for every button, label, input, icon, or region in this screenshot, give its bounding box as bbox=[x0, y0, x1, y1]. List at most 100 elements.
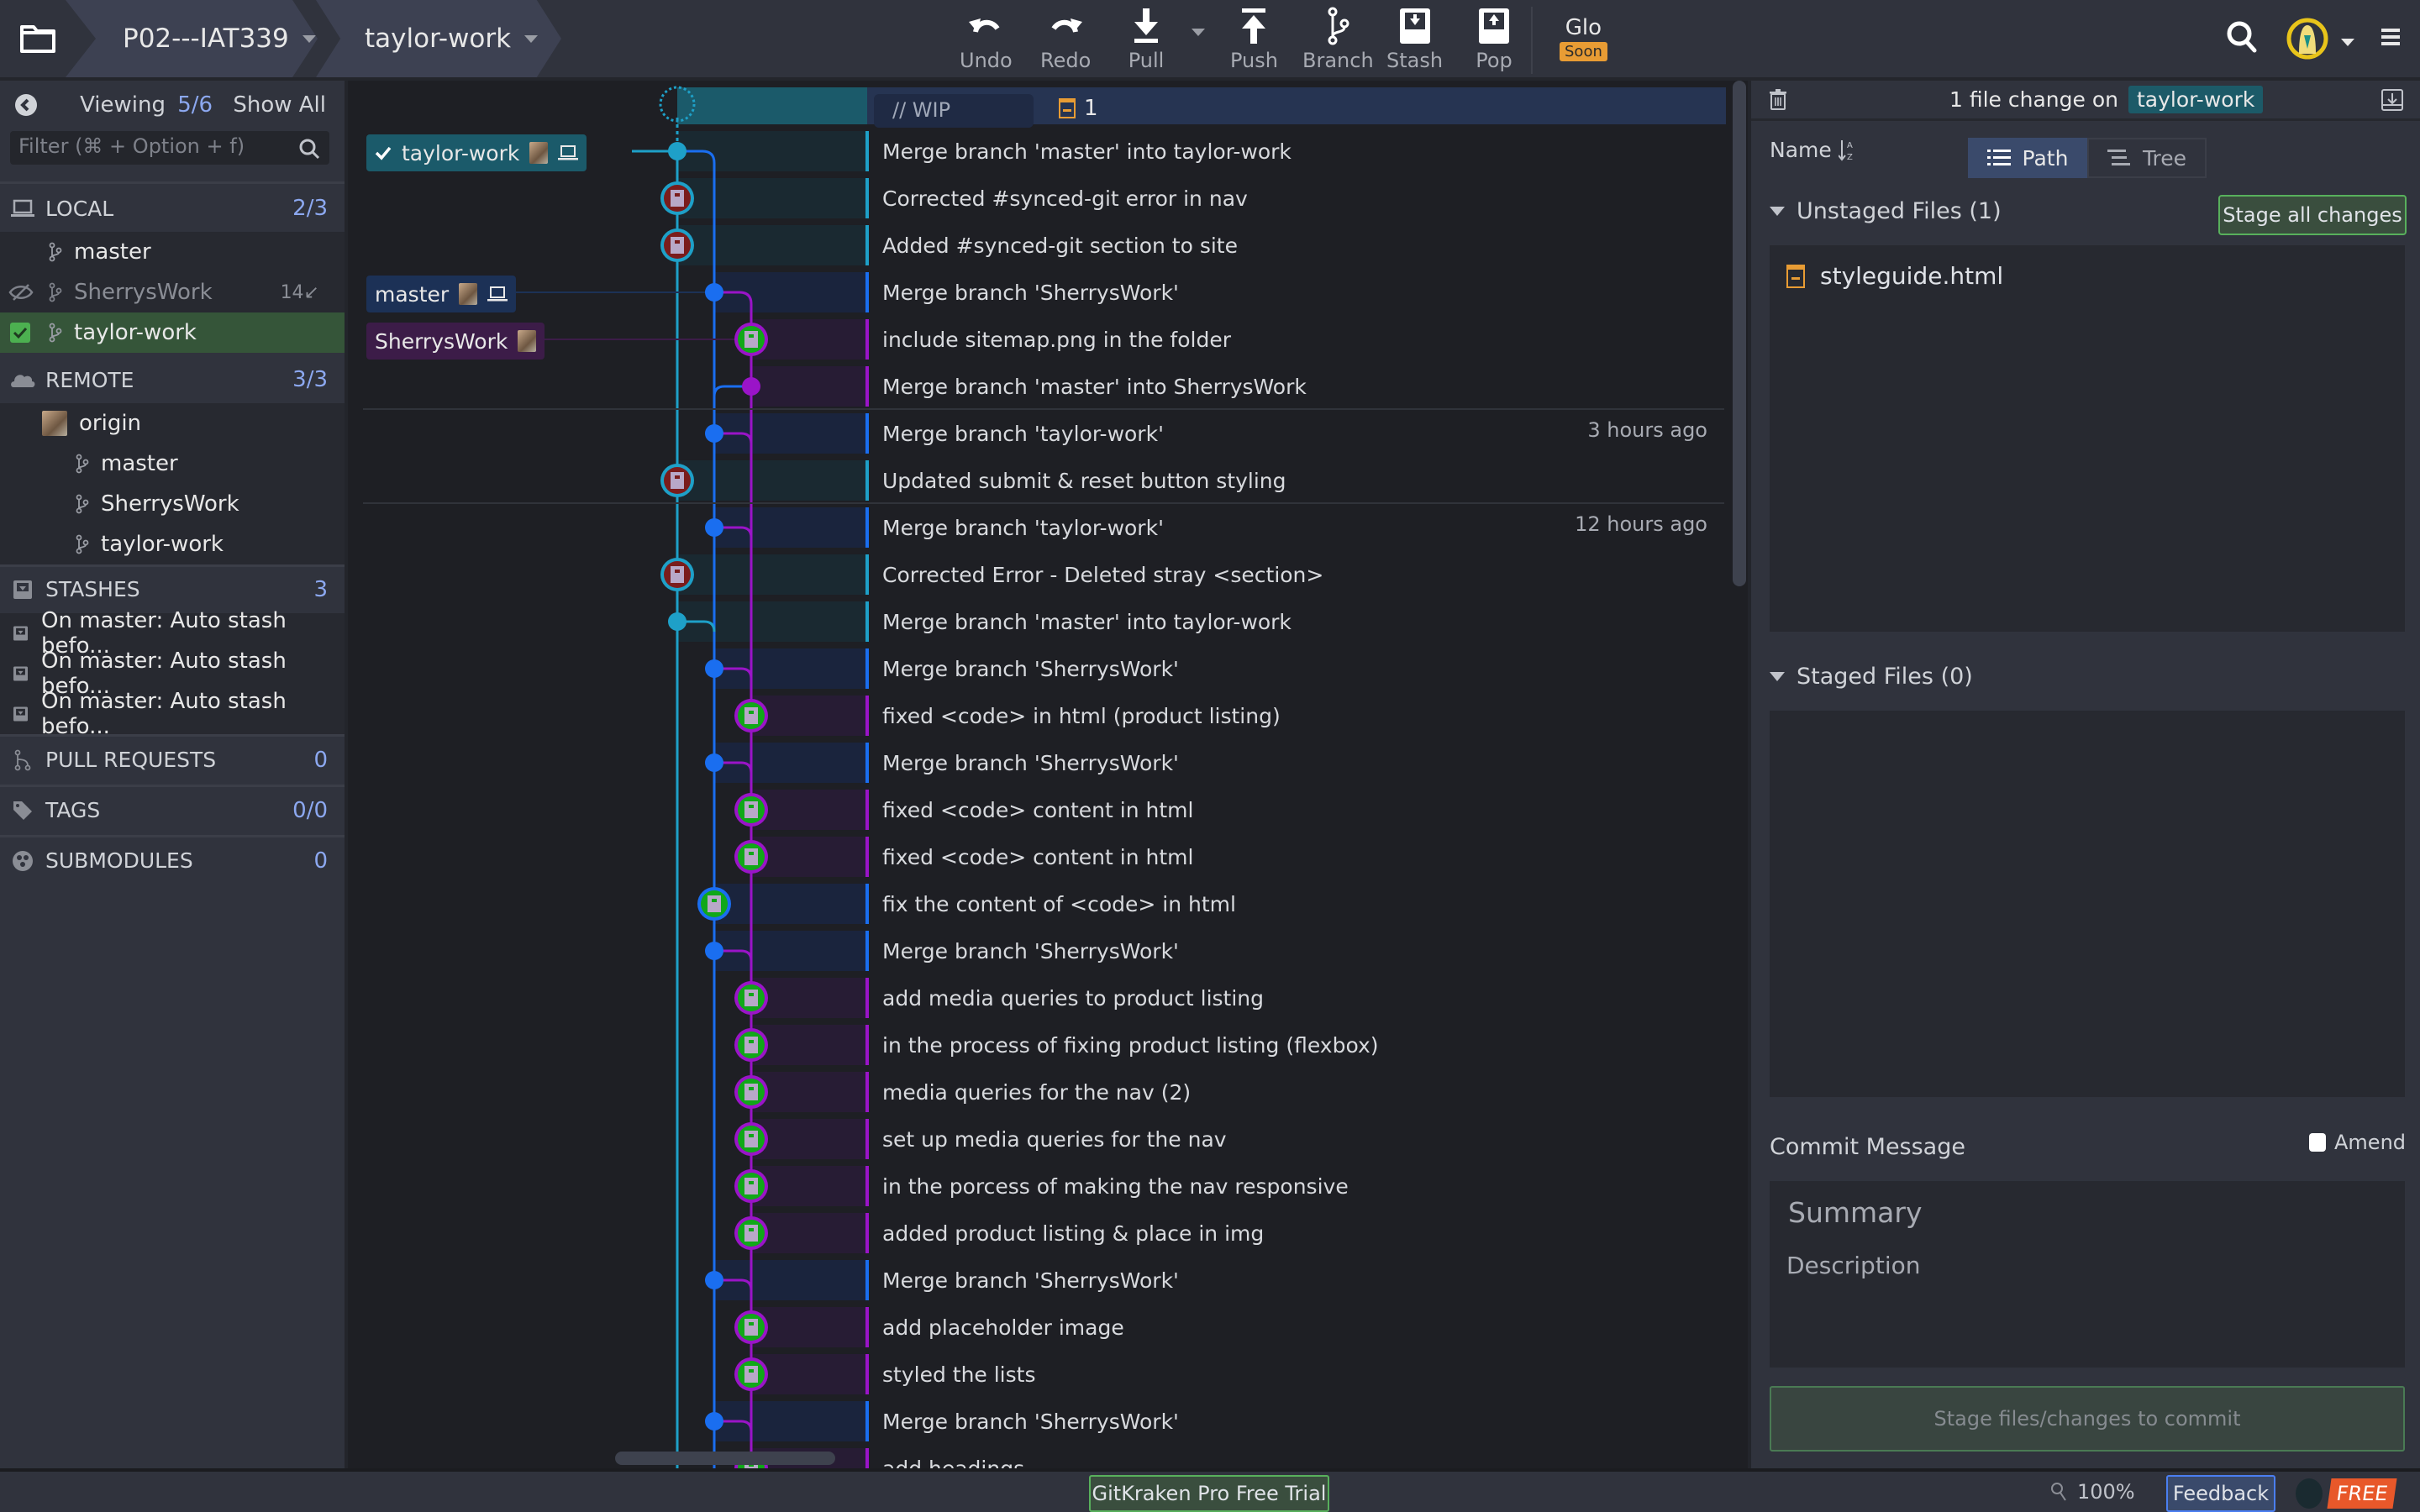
branch-selector[interactable]: taylor-work bbox=[316, 0, 561, 77]
branch-color-bar bbox=[865, 1166, 869, 1206]
stash-item[interactable]: On master: Auto stash befo... bbox=[0, 608, 345, 659]
commit-row[interactable]: Merge branch 'SherrysWork' bbox=[348, 269, 1726, 316]
section-stashes[interactable]: STASHES 3 bbox=[0, 564, 345, 612]
commit-row[interactable]: in the porcess of making the nav respons… bbox=[348, 1163, 1726, 1210]
profile-dropdown[interactable] bbox=[2341, 34, 2354, 50]
summary-input[interactable]: Summary bbox=[1788, 1196, 1922, 1229]
commit-row[interactable]: Updated submit & reset button styling bbox=[348, 457, 1726, 504]
horizontal-scrollbar[interactable] bbox=[615, 1452, 835, 1465]
tree-view-button[interactable]: Tree bbox=[2087, 138, 2207, 178]
collapse-sidebar-button[interactable] bbox=[15, 94, 37, 116]
sidebar-item-taylor-work[interactable]: taylor-work bbox=[0, 312, 345, 353]
commit-button-label: Stage files/changes to commit bbox=[1933, 1407, 2241, 1431]
commit-row[interactable]: Merge branch 'SherrysWork' bbox=[348, 927, 1726, 974]
trash-icon[interactable] bbox=[1770, 89, 1786, 111]
stash-item[interactable]: On master: Auto stash befo... bbox=[0, 689, 345, 739]
show-all-button[interactable]: Show All bbox=[233, 92, 326, 118]
commit-row[interactable]: add headings bbox=[348, 1445, 1726, 1468]
commit-row[interactable]: Merge branch 'SherrysWork' bbox=[348, 739, 1726, 786]
sidebar-item-master[interactable]: master bbox=[0, 232, 345, 272]
zoom-level[interactable]: 100% bbox=[2050, 1480, 2135, 1504]
viewing-label: Viewing bbox=[80, 92, 166, 118]
feedback-button[interactable]: Feedback bbox=[2166, 1475, 2275, 1512]
commit-row[interactable]: Merge branch 'SherrysWork' bbox=[348, 1398, 1726, 1445]
commit-row[interactable]: include sitemap.png in the folder bbox=[348, 316, 1726, 363]
undo-button[interactable]: Undo bbox=[960, 7, 1013, 74]
eye-hidden-icon[interactable] bbox=[8, 283, 34, 302]
repo-selector[interactable]: P02---IAT339 bbox=[66, 0, 318, 77]
commit-row[interactable]: styled the lists bbox=[348, 1351, 1726, 1398]
vertical-scrollbar[interactable] bbox=[1733, 81, 1746, 586]
section-submodules[interactable]: SUBMODULES 0 bbox=[0, 835, 345, 884]
unstaged-files-header[interactable]: Unstaged Files (1) bbox=[1770, 198, 2002, 224]
redo-button[interactable]: Redo bbox=[1040, 7, 1091, 74]
staged-files-header[interactable]: Staged Files (0) bbox=[1770, 664, 1973, 690]
description-input[interactable]: Description bbox=[1786, 1252, 1920, 1279]
sidebar-item-origin-taylor-work[interactable]: taylor-work bbox=[0, 524, 345, 564]
wip-row[interactable]: // WIP 1 bbox=[348, 87, 1726, 128]
checkbox-checked-icon[interactable] bbox=[10, 323, 30, 343]
branch-color-bar bbox=[865, 272, 869, 312]
plan-badge[interactable]: FREE bbox=[2327, 1478, 2397, 1509]
pull-button[interactable]: Pull bbox=[1126, 7, 1166, 74]
remote-origin[interactable]: origin bbox=[0, 403, 345, 444]
glo-button[interactable]: Glo Soon bbox=[1560, 15, 1607, 61]
profile-menu[interactable] bbox=[2286, 17, 2329, 64]
main-menu-button[interactable] bbox=[2381, 29, 2400, 50]
commit-row[interactable]: Merge branch 'master' into SherrysWork bbox=[348, 363, 1726, 410]
commit-message: Merge branch 'SherrysWork' bbox=[882, 750, 1179, 775]
sidebar-filter-input[interactable]: Filter (⌘ + Option + f) bbox=[10, 131, 329, 165]
commit-row[interactable]: Merge branch 'master' into taylor-work bbox=[348, 598, 1726, 645]
commit-row[interactable]: fixed <code> in html (product listing) bbox=[348, 692, 1726, 739]
search-button[interactable] bbox=[2225, 18, 2259, 59]
stash-changes-icon[interactable] bbox=[2381, 89, 2403, 111]
branch-button[interactable]: Branch bbox=[1302, 7, 1374, 74]
commit-message: added product listing & place in img bbox=[882, 1221, 1265, 1246]
zoom-value: 100% bbox=[2077, 1480, 2135, 1504]
commit-row[interactable]: fixed <code> content in html bbox=[348, 786, 1726, 833]
section-pull-requests[interactable]: PULL REQUESTS 0 bbox=[0, 734, 345, 783]
amend-checkbox[interactable]: Amend bbox=[2309, 1131, 2406, 1154]
push-button[interactable]: Push bbox=[1230, 7, 1278, 74]
stash-item[interactable]: On master: Auto stash befo... bbox=[0, 648, 345, 699]
section-local[interactable]: LOCAL 2/3 bbox=[0, 185, 345, 232]
sidebar-item-sherryswork[interactable]: SherrysWork 14↙ bbox=[0, 272, 345, 312]
pro-trial-button[interactable]: GitKraken Pro Free Trial bbox=[1089, 1475, 1329, 1512]
commit-row[interactable]: Merge branch 'taylor-work' 12 hours ago bbox=[348, 502, 1726, 551]
commit-time: 12 hours ago bbox=[1575, 512, 1707, 536]
file-item[interactable]: styleguide.html bbox=[1786, 262, 2003, 290]
commit-row[interactable]: fixed <code> content in html bbox=[348, 833, 1726, 880]
path-view-button[interactable]: Path bbox=[1968, 138, 2087, 178]
pop-label: Pop bbox=[1476, 49, 1512, 72]
hamburger-menu-icon bbox=[2381, 29, 2400, 45]
section-remote[interactable]: REMOTE 3/3 bbox=[0, 356, 345, 403]
open-repo-button[interactable] bbox=[0, 0, 76, 77]
commit-message: fixed <code> content in html bbox=[882, 797, 1194, 822]
pop-button[interactable]: Pop bbox=[1474, 7, 1514, 74]
commit-row[interactable]: set up media queries for the nav bbox=[348, 1116, 1726, 1163]
commit-row[interactable]: in the process of fixing product listing… bbox=[348, 1021, 1726, 1068]
commit-row[interactable]: Merge branch 'master' into taylor-work bbox=[348, 128, 1726, 175]
commit-row[interactable]: Merge branch 'taylor-work' 3 hours ago bbox=[348, 408, 1726, 457]
section-tags[interactable]: TAGS 0/0 bbox=[0, 785, 345, 833]
sidebar-item-origin-sherryswork[interactable]: SherrysWork bbox=[0, 484, 345, 524]
commit-row[interactable]: fix the content of <code> in html bbox=[348, 880, 1726, 927]
wip-message-input[interactable]: // WIP bbox=[874, 94, 1034, 128]
checkbox[interactable] bbox=[2309, 1133, 2326, 1152]
stash-button[interactable]: Stash bbox=[1386, 7, 1443, 74]
sort-by-name-button[interactable]: Name AZ bbox=[1770, 138, 1855, 162]
stage-all-button[interactable]: Stage all changes bbox=[2218, 195, 2407, 235]
commit-row[interactable]: added product listing & place in img bbox=[348, 1210, 1726, 1257]
commit-row[interactable]: media queries for the nav (2) bbox=[348, 1068, 1726, 1116]
commit-row[interactable]: add media queries to product listing bbox=[348, 974, 1726, 1021]
commit-row[interactable]: add placeholder image bbox=[348, 1304, 1726, 1351]
branch-icon bbox=[49, 323, 62, 343]
sidebar-item-origin-master[interactable]: master bbox=[0, 444, 345, 484]
commit-row[interactable]: Merge branch 'SherrysWork' bbox=[348, 645, 1726, 692]
commit-row[interactable]: Corrected #synced-git error in nav bbox=[348, 175, 1726, 222]
commit-row[interactable]: Merge branch 'SherrysWork' bbox=[348, 1257, 1726, 1304]
commit-row[interactable]: Corrected Error - Deleted stray <section… bbox=[348, 551, 1726, 598]
commit-button[interactable]: Stage files/changes to commit bbox=[1770, 1386, 2405, 1452]
wip-count-value: 1 bbox=[1084, 96, 1098, 121]
commit-row[interactable]: Added #synced-git section to site bbox=[348, 222, 1726, 269]
